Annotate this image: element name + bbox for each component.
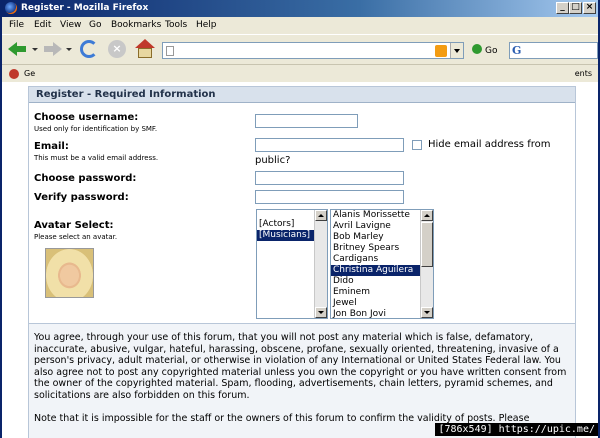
hide-email-checkbox[interactable] (412, 140, 422, 150)
page-content: Register - Required Information Choose u… (2, 82, 598, 438)
back-history-dropdown-icon[interactable] (32, 48, 38, 51)
avatar-name-item[interactable]: Jon Bon Jovi (331, 309, 433, 320)
forward-arrow-icon[interactable] (42, 40, 62, 58)
panel-header: Register - Required Information (29, 87, 575, 103)
menu-tools[interactable]: Tools (165, 20, 187, 30)
username-hint: Used only for identification by SMF. (34, 125, 158, 133)
hide-email-label: Hide email address from (428, 139, 551, 150)
reload-icon[interactable] (80, 40, 98, 58)
category-scrollbar[interactable] (314, 210, 327, 318)
verify-password-label: Verify password: (34, 192, 129, 203)
avatar-name-item[interactable]: Bob Marley (331, 232, 433, 243)
stop-icon[interactable]: × (108, 40, 126, 58)
go-label: Go (485, 46, 498, 56)
forward-history-dropdown-icon[interactable] (66, 48, 72, 51)
hide-email-label-continued: public? (255, 155, 291, 166)
avatar-name-list[interactable]: Alanis Morissette Avril Lavigne Bob Marl… (330, 209, 434, 319)
email-field[interactable] (255, 138, 404, 152)
title-bar: Register - Mozilla Firefox _ □ × (2, 0, 598, 17)
scroll-up-icon[interactable] (421, 210, 433, 221)
menu-help[interactable]: Help (196, 20, 217, 30)
avatar-category-list[interactable]: [Actors] [Musicians] (256, 209, 328, 319)
scroll-up-icon[interactable] (315, 210, 327, 221)
registration-agreement: You agree, through your use of this foru… (29, 323, 575, 438)
registration-form: Choose username: Used only for identific… (29, 103, 575, 323)
password-label: Choose password: (34, 173, 137, 184)
menu-file[interactable]: File (9, 20, 24, 30)
menu-bookmarks[interactable]: Bookmarks (111, 20, 161, 30)
email-label: Email: (34, 141, 69, 152)
avatar-name-item[interactable]: Alanis Morissette (331, 210, 433, 221)
avatar-select-hint: Please select an avatar. (34, 233, 118, 241)
url-history-dropdown-icon[interactable] (450, 43, 463, 58)
avatar-preview-image (45, 248, 94, 298)
bookmark-item[interactable]: Ge (24, 69, 35, 78)
back-arrow-icon[interactable] (8, 40, 28, 58)
menu-bar: File Edit View Go Bookmarks Tools Help (2, 17, 598, 34)
username-label: Choose username: (34, 112, 139, 123)
scroll-down-icon[interactable] (421, 307, 433, 318)
navigation-toolbar: × Go G (2, 34, 598, 64)
email-hint: This must be a valid email address. (34, 154, 159, 162)
avatar-name-item[interactable]: Dido (331, 276, 433, 287)
search-input[interactable]: G (509, 42, 598, 59)
menu-view[interactable]: View (60, 20, 81, 30)
menu-go[interactable]: Go (89, 20, 101, 30)
password-field[interactable] (255, 171, 404, 185)
avatar-name-item-selected[interactable]: Christina Aguilera (331, 265, 433, 276)
page-icon (166, 46, 174, 56)
url-field[interactable] (162, 42, 464, 59)
close-button[interactable]: × (583, 2, 596, 14)
name-scrollbar[interactable] (420, 210, 433, 318)
agreement-paragraph: You agree, through your use of this foru… (34, 332, 567, 401)
avatar-name-item[interactable]: Cardigans (331, 254, 433, 265)
scroll-down-icon[interactable] (315, 307, 327, 318)
scroll-thumb[interactable] (421, 222, 433, 267)
avatar-select-label: Avatar Select: (34, 220, 114, 231)
watermark-text: [786x549] https://upic.me/ (435, 423, 598, 436)
bookmarks-toolbar: Ge ents (2, 64, 598, 82)
home-icon[interactable] (135, 39, 155, 59)
go-button[interactable]: Go (472, 44, 497, 56)
avatar-name-item[interactable]: Eminem (331, 287, 433, 298)
avatar-name-item[interactable]: Jewel (331, 298, 433, 309)
firefox-icon (5, 2, 17, 14)
verify-password-field[interactable] (255, 190, 404, 204)
bookmarks-overflow[interactable]: ents (575, 69, 592, 78)
minimize-button[interactable]: _ (556, 2, 569, 14)
bookmark-favicon-icon (9, 69, 19, 79)
go-arrow-icon (472, 44, 482, 54)
google-search-engine-icon[interactable]: G (512, 44, 521, 57)
avatar-name-item[interactable]: Avril Lavigne (331, 221, 433, 232)
browser-window: Register - Mozilla Firefox _ □ × File Ed… (0, 0, 600, 438)
window-title: Register - Mozilla Firefox (21, 3, 149, 13)
rss-feed-icon[interactable] (435, 45, 447, 57)
maximize-button[interactable]: □ (569, 2, 582, 14)
username-field[interactable] (255, 114, 358, 128)
register-panel: Register - Required Information Choose u… (28, 86, 576, 438)
menu-edit[interactable]: Edit (34, 20, 51, 30)
avatar-name-item[interactable]: Britney Spears (331, 243, 433, 254)
